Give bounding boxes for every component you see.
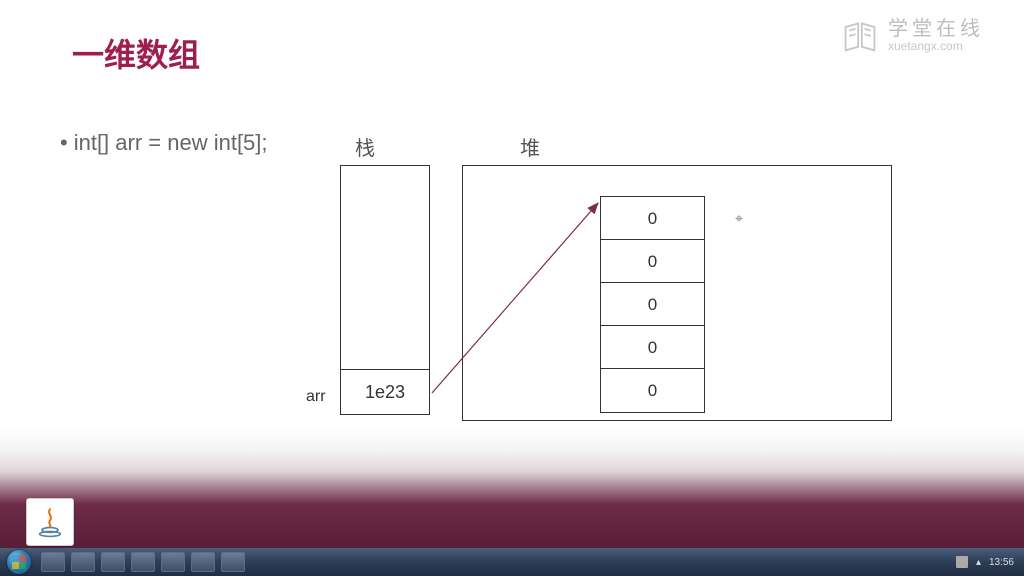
array-cell-4: 0: [601, 369, 704, 412]
tray-icon-1[interactable]: [956, 556, 968, 568]
code-text: int[] arr = new int[5];: [74, 130, 268, 155]
array-cell-1: 0: [601, 240, 704, 283]
book-icon: [842, 18, 878, 54]
slide-title: 一维数组: [72, 30, 200, 76]
array-cell-3: 0: [601, 326, 704, 369]
array-cell-2: 0: [601, 283, 704, 326]
taskbar-icon-3[interactable]: [101, 552, 125, 572]
stack-label: 栈: [355, 132, 375, 161]
tray-arrow-icon[interactable]: ▴: [976, 557, 981, 568]
watermark: 学堂在线 xuetangx.com: [842, 18, 984, 54]
bullet-dot: •: [60, 130, 68, 155]
watermark-cn: 学堂在线: [888, 18, 984, 40]
taskbar-icon-1[interactable]: [41, 552, 65, 572]
array-cell-0: 0: [601, 197, 704, 240]
taskbar-icon-2[interactable]: [71, 552, 95, 572]
cursor-icon: ⌖: [735, 210, 743, 227]
stack-box: 1e23: [340, 165, 430, 415]
start-button[interactable]: [0, 548, 38, 576]
system-tray[interactable]: ▴ 13:56: [946, 556, 1024, 568]
watermark-en: xuetangx.com: [888, 40, 984, 53]
taskbar[interactable]: ▴ 13:56: [0, 548, 1024, 576]
taskbar-icon-6[interactable]: [191, 552, 215, 572]
slide: 一维数组 学堂在线 xuetangx.com •int[] arr = new …: [0, 0, 1024, 548]
clock[interactable]: 13:56: [989, 557, 1014, 568]
code-bullet: •int[] arr = new int[5];: [60, 130, 268, 156]
taskbar-icon-5[interactable]: [161, 552, 185, 572]
array-box: 0 0 0 0 0: [600, 196, 705, 413]
arr-label: arr: [306, 388, 326, 406]
taskbar-icon-4[interactable]: [131, 552, 155, 572]
stack-cell-arr: 1e23: [341, 369, 429, 414]
heap-label: 堆: [520, 132, 540, 161]
taskbar-icon-7[interactable]: [221, 552, 245, 572]
java-icon: [26, 498, 74, 546]
